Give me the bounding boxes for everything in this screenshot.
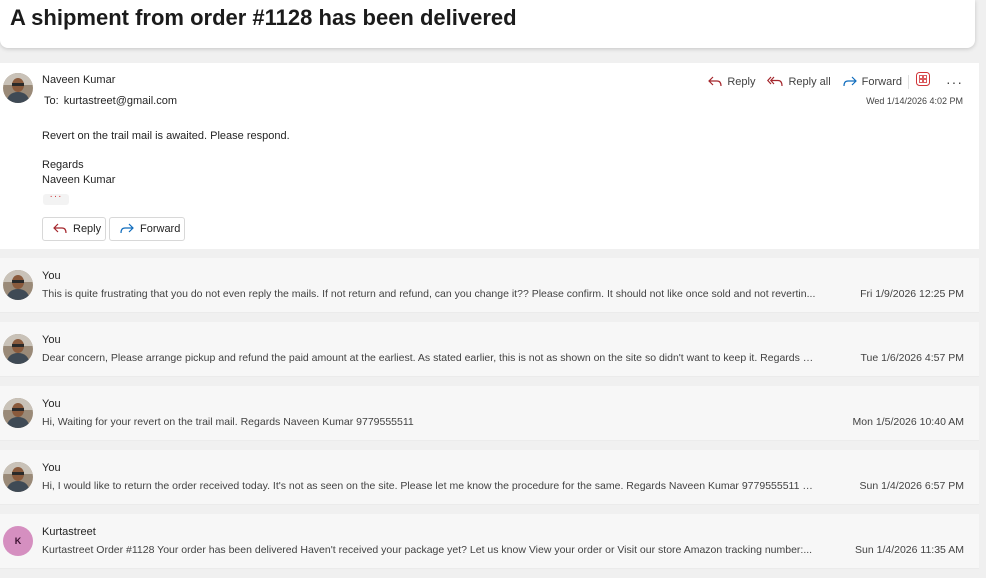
thread-preview: Dear concern, Please arrange pickup and … xyxy=(42,352,817,364)
subject-header: A shipment from order #1128 has been del… xyxy=(0,0,975,48)
sender-initial-avatar: K xyxy=(3,526,33,556)
show-quoted-text-button[interactable]: ··· xyxy=(43,192,69,205)
body-line: Revert on the trail mail is awaited. Ple… xyxy=(42,130,290,142)
forward-label: Forward xyxy=(861,75,902,88)
thread-item[interactable]: You Hi, Waiting for your revert on the t… xyxy=(0,386,979,441)
thread-date: Mon 1/5/2026 10:40 AM xyxy=(852,416,965,428)
email-subject: A shipment from order #1128 has been del… xyxy=(10,5,517,30)
message-body: Revert on the trail mail is awaited. Ple… xyxy=(42,129,290,188)
body-line: Regards xyxy=(42,159,84,171)
recipient-address[interactable]: kurtastreet@gmail.com xyxy=(64,95,177,107)
thread-item[interactable]: You Hi, I would like to return the order… xyxy=(0,450,979,505)
thread-preview: Hi, I would like to return the order rec… xyxy=(42,480,817,492)
thread-item[interactable]: K Kurtastreet Kurtastreet Order #1128 Yo… xyxy=(0,514,979,569)
more-actions-icon[interactable]: ··· xyxy=(946,75,963,89)
reply-action[interactable]: Reply xyxy=(708,76,755,88)
thread-date: Tue 1/6/2026 4:57 PM xyxy=(860,352,964,364)
thread-preview: Kurtastreet Order #1128 Your order has b… xyxy=(42,544,813,556)
reply-button-label: Reply xyxy=(73,223,102,235)
sender-name: Naveen Kumar xyxy=(42,74,116,86)
thread-date: Fri 1/9/2026 12:25 PM xyxy=(860,288,964,300)
thread-date: Sun 1/4/2026 11:35 AM xyxy=(855,544,964,556)
reply-icon xyxy=(708,76,722,86)
reply-icon xyxy=(53,223,67,234)
reply-label: Reply xyxy=(727,75,756,88)
forward-button[interactable]: Forward xyxy=(109,217,185,241)
sender-avatar xyxy=(3,334,33,364)
thread-item[interactable]: You Dear concern, Please arrange pickup … xyxy=(0,322,979,377)
forward-action[interactable]: Forward xyxy=(843,76,902,88)
forward-button-label: Forward xyxy=(140,223,181,235)
thread-preview: Hi, Waiting for your revert on the trail… xyxy=(42,416,414,428)
thread-sender: You xyxy=(42,334,61,346)
reply-all-label: Reply all xyxy=(788,75,831,88)
forward-icon xyxy=(120,223,134,234)
message-actions: Reply Reply all Forward ··· xyxy=(696,72,963,91)
thread-sender: Kurtastreet xyxy=(42,526,96,538)
open-message: Naveen Kumar To: kurtastreet@gmail.com R… xyxy=(0,63,979,249)
body-line: Naveen Kumar xyxy=(42,174,116,186)
thread-sender: You xyxy=(42,462,61,474)
thread-sender: You xyxy=(42,270,61,282)
thread-preview: This is quite frustrating that you do no… xyxy=(42,288,816,300)
to-label: To: xyxy=(44,95,59,107)
apps-icon[interactable] xyxy=(916,72,930,91)
reply-button[interactable]: Reply xyxy=(42,217,106,241)
reply-all-action[interactable]: Reply all xyxy=(767,75,831,88)
sender-avatar xyxy=(3,398,33,428)
message-date: Wed 1/14/2026 4:02 PM xyxy=(866,96,963,106)
sender-avatar[interactable] xyxy=(3,73,33,103)
recipient-line: To: kurtastreet@gmail.com xyxy=(42,95,177,107)
thread-sender: You xyxy=(42,398,61,410)
thread-date: Sun 1/4/2026 6:57 PM xyxy=(859,480,965,492)
actions-divider xyxy=(908,74,909,89)
thread-item[interactable]: You This is quite frustrating that you d… xyxy=(0,258,979,313)
sender-avatar xyxy=(3,462,33,492)
reply-all-icon xyxy=(767,76,784,86)
sender-avatar xyxy=(3,270,33,300)
forward-icon xyxy=(843,76,857,86)
